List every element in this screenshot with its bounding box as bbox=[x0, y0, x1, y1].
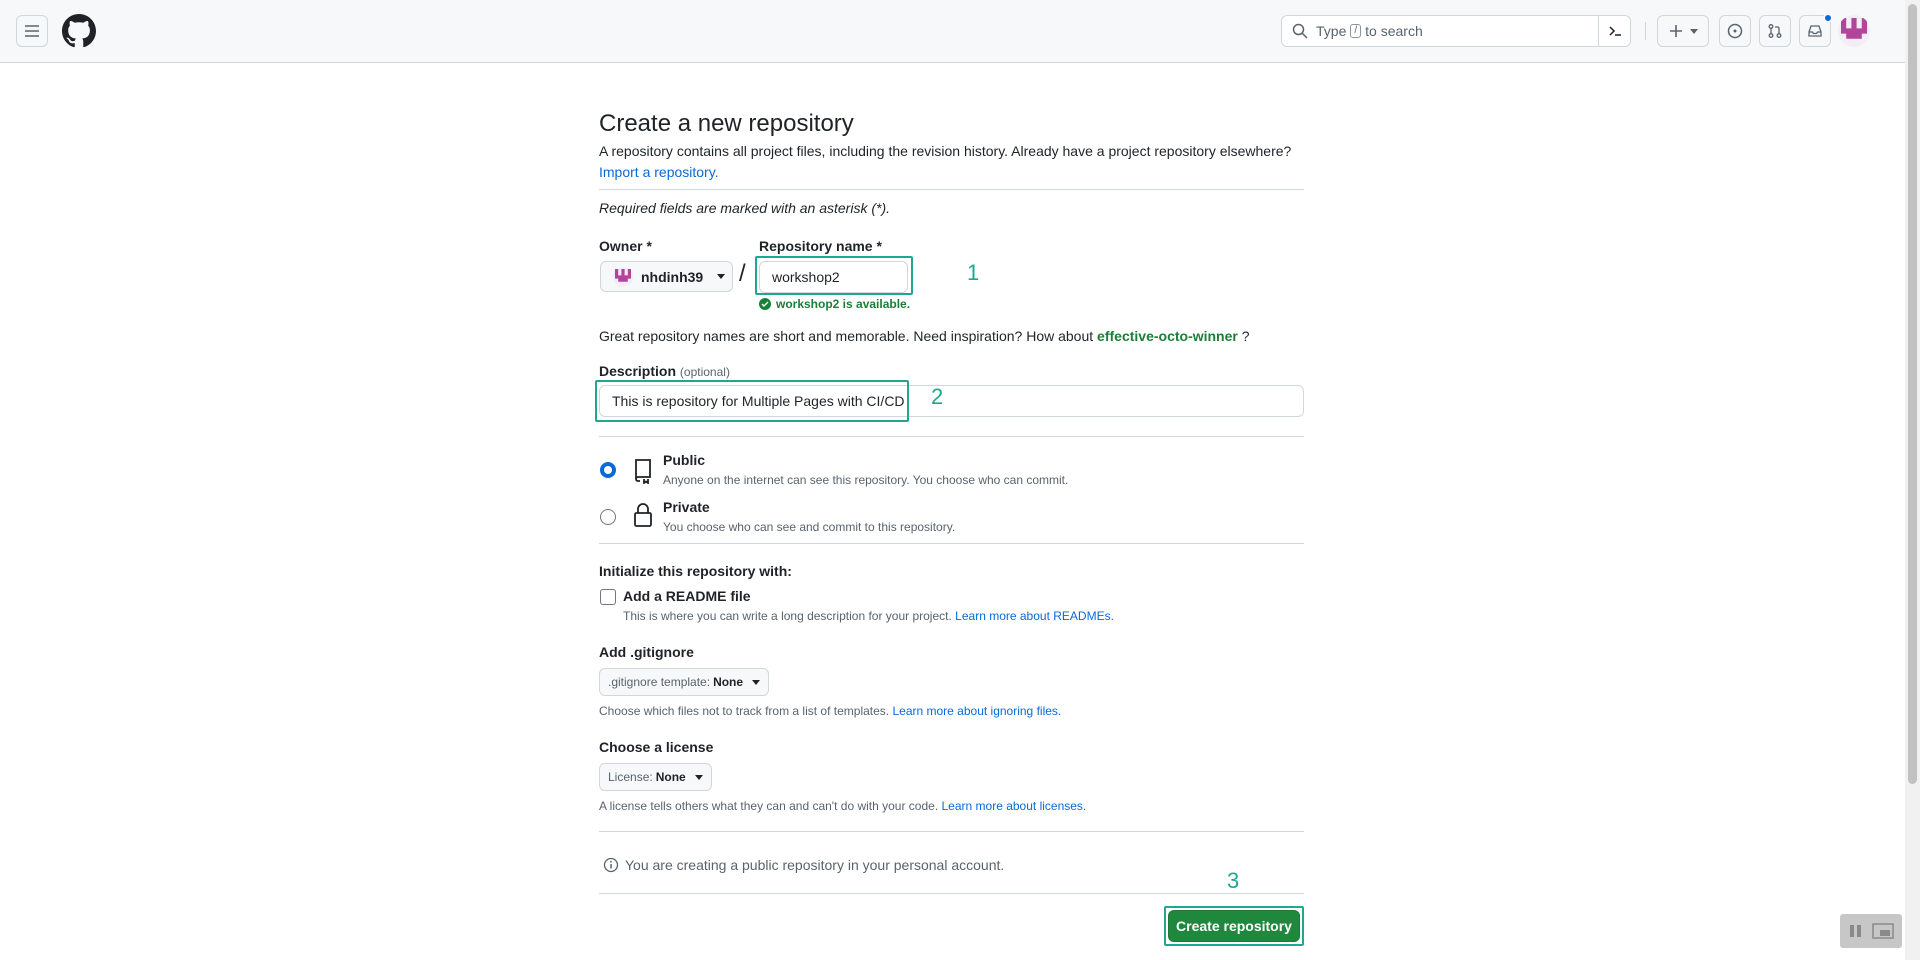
chevron-down-icon bbox=[694, 774, 703, 780]
chevron-down-icon bbox=[717, 274, 726, 279]
header-divider bbox=[1645, 22, 1646, 40]
check-circle-icon bbox=[759, 298, 771, 310]
plus-icon bbox=[1670, 25, 1682, 37]
license-label: Choose a license bbox=[599, 739, 714, 755]
github-mark-icon bbox=[62, 14, 96, 48]
page-subtitle: A repository contains all project files,… bbox=[599, 141, 1304, 183]
add-readme-label[interactable]: Add a README file bbox=[623, 588, 751, 604]
notification-indicator bbox=[1823, 13, 1833, 23]
github-logo[interactable] bbox=[62, 14, 96, 48]
subtitle-text: A repository contains all project files,… bbox=[599, 143, 1292, 159]
license-select-value: None bbox=[655, 770, 686, 784]
private-label: Private bbox=[663, 499, 710, 515]
license-description: A license tells others what they can and… bbox=[599, 799, 1086, 813]
readme-description: This is where you can write a long descr… bbox=[623, 609, 1114, 623]
pull-requests-button[interactable] bbox=[1759, 15, 1791, 47]
owner-avatar bbox=[613, 266, 633, 287]
public-label: Public bbox=[663, 452, 706, 468]
visibility-info-text: You are creating a public repository in … bbox=[625, 857, 1005, 873]
scrollbar-thumb[interactable] bbox=[1908, 4, 1917, 784]
issue-opened-icon bbox=[1727, 23, 1743, 39]
suggestion-suffix: ? bbox=[1241, 328, 1250, 344]
inbox-icon bbox=[1808, 25, 1822, 37]
add-readme-checkbox[interactable] bbox=[600, 589, 616, 605]
divider bbox=[599, 543, 1304, 544]
suggestion-prefix: Great repository names are short and mem… bbox=[599, 328, 1094, 344]
picture-in-picture-icon[interactable] bbox=[1872, 923, 1894, 939]
repo-name-label: Repository name * bbox=[759, 238, 882, 254]
lock-icon bbox=[634, 503, 652, 527]
license-select-prefix: License: bbox=[608, 770, 653, 784]
owner-repo-separator: / bbox=[739, 260, 746, 287]
gitignore-select-value: None bbox=[713, 675, 744, 689]
name-suggestion: Great repository names are short and mem… bbox=[599, 328, 1250, 344]
media-controls-overlay[interactable] bbox=[1840, 914, 1902, 948]
pause-icon[interactable] bbox=[1848, 924, 1864, 938]
owner-select[interactable]: nhdinh39 bbox=[600, 261, 733, 292]
repo-icon bbox=[635, 459, 651, 484]
annotation-box-1 bbox=[755, 256, 913, 295]
page-title: Create a new repository bbox=[599, 110, 854, 137]
divider bbox=[599, 893, 1304, 894]
search-input[interactable]: Type / to search bbox=[1281, 15, 1631, 47]
search-shortcut-key: / bbox=[1350, 24, 1362, 38]
create-new-button[interactable] bbox=[1657, 15, 1709, 47]
gitignore-select-prefix: .gitignore template: bbox=[608, 675, 711, 689]
suggested-name-button[interactable]: effective-octo-winner bbox=[1097, 328, 1238, 344]
import-repository-link[interactable]: Import a repository. bbox=[599, 164, 719, 180]
readme-description-text: This is where you can write a long descr… bbox=[623, 609, 952, 623]
identicon-icon bbox=[615, 268, 631, 282]
issues-button[interactable] bbox=[1719, 15, 1751, 47]
chevron-down-icon bbox=[1690, 28, 1698, 34]
public-description: Anyone on the internet can see this repo… bbox=[663, 473, 1069, 487]
search-suffix: to search bbox=[1365, 23, 1423, 39]
identicon-icon bbox=[1841, 18, 1867, 39]
git-pull-request-icon bbox=[1768, 24, 1782, 38]
annotation-label-2: 2 bbox=[931, 384, 944, 409]
optional-tag: (optional) bbox=[679, 365, 730, 379]
availability-status: workshop2 is available. bbox=[759, 297, 910, 311]
user-avatar[interactable] bbox=[1838, 15, 1870, 47]
owner-label: Owner * bbox=[599, 238, 652, 254]
divider bbox=[599, 831, 1304, 832]
gitignore-label: Add .gitignore bbox=[599, 644, 694, 660]
gitignore-learn-more-link[interactable]: Learn more about ignoring files. bbox=[892, 704, 1061, 718]
visibility-info: You are creating a public repository in … bbox=[603, 857, 1004, 873]
license-select[interactable]: License: None bbox=[599, 763, 712, 791]
availability-text: workshop2 is available. bbox=[776, 297, 911, 311]
terminal-icon bbox=[1608, 26, 1621, 36]
owner-name: nhdinh39 bbox=[641, 268, 704, 285]
page-scrollbar[interactable] bbox=[1905, 0, 1920, 960]
private-description: You choose who can see and commit to thi… bbox=[663, 520, 956, 534]
annotation-label-3: 3 bbox=[1227, 868, 1240, 893]
description-label-text: Description bbox=[599, 363, 677, 379]
gitignore-template-select[interactable]: .gitignore template: None bbox=[599, 668, 770, 696]
hamburger-icon bbox=[25, 25, 39, 37]
private-radio[interactable] bbox=[600, 509, 616, 525]
annotation-box-2 bbox=[595, 380, 909, 422]
required-fields-note: Required fields are marked with an aster… bbox=[599, 200, 891, 216]
info-icon bbox=[603, 857, 619, 873]
annotation-label-1: 1 bbox=[967, 260, 980, 285]
description-label: Description (optional) bbox=[599, 363, 730, 379]
public-radio[interactable] bbox=[600, 462, 616, 478]
search-prefix: Type bbox=[1316, 23, 1347, 39]
readme-learn-more-link[interactable]: Learn more about READMEs. bbox=[955, 609, 1114, 623]
license-description-text: A license tells others what they can and… bbox=[599, 799, 939, 813]
initialize-label: Initialize this repository with: bbox=[599, 563, 792, 579]
gitignore-description-text: Choose which files not to track from a l… bbox=[599, 704, 890, 718]
global-header: Type / to search bbox=[0, 0, 1905, 63]
gitignore-description: Choose which files not to track from a l… bbox=[599, 704, 1061, 718]
divider bbox=[599, 436, 1304, 437]
menu-button[interactable] bbox=[16, 15, 48, 47]
chevron-down-icon bbox=[752, 679, 761, 685]
divider bbox=[599, 189, 1304, 190]
create-repository-button[interactable]: Create repository bbox=[1168, 910, 1300, 942]
search-icon bbox=[1292, 23, 1308, 39]
command-palette-button[interactable] bbox=[1598, 16, 1630, 46]
license-learn-more-link[interactable]: Learn more about licenses. bbox=[942, 799, 1087, 813]
